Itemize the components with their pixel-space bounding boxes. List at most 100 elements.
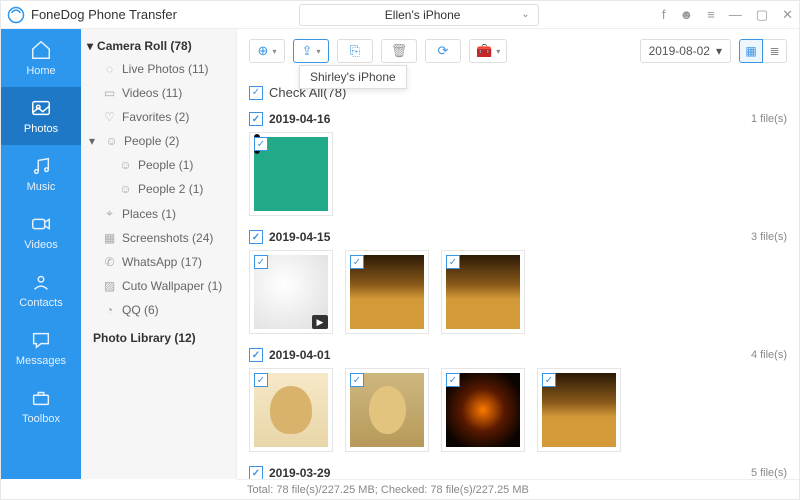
- messages-icon: [30, 329, 52, 351]
- thumbnail-checkbox[interactable]: ✓: [350, 373, 364, 387]
- sidebar-item-label: Camera Roll (78): [97, 39, 192, 53]
- sidebar-item-label: Screenshots (24): [122, 231, 213, 245]
- thumbnail-row: ✓ ✓ ✓ ✓: [249, 368, 787, 460]
- close-icon[interactable]: ✕: [782, 7, 793, 23]
- sidebar-photo-library[interactable]: Photo Library (12): [85, 326, 232, 350]
- plus-icon: ⊕: [258, 43, 269, 59]
- photo-thumbnail[interactable]: ✓▶: [249, 250, 333, 334]
- export-to-device-button[interactable]: ⇪▾: [293, 39, 329, 63]
- screenshot-icon: ▦: [103, 231, 116, 245]
- nav-music[interactable]: Music: [1, 145, 81, 203]
- sidebar-item-videos[interactable]: ▭Videos (11): [85, 81, 232, 105]
- photo-thumbnail[interactable]: ✓: [345, 368, 429, 452]
- refresh-icon: ⟳: [438, 43, 449, 59]
- thumbnail-checkbox[interactable]: ✓: [446, 255, 460, 269]
- thumbnail-checkbox[interactable]: ✓: [254, 255, 268, 269]
- date-filter[interactable]: 2019-08-02▾: [640, 39, 731, 63]
- photo-thumbnail[interactable]: ✓: [249, 368, 333, 452]
- export-to-pc-button[interactable]: ⎘: [337, 39, 373, 63]
- sidebar-item-whatsapp[interactable]: ✆WhatsApp (17): [85, 250, 232, 274]
- group-header[interactable]: ✓2019-04-014 file(s): [249, 342, 787, 368]
- sidebar-item-label: People (1): [138, 158, 193, 172]
- live-photos-icon: ◌: [103, 62, 116, 76]
- nav-videos[interactable]: Videos: [1, 203, 81, 261]
- group-checkbox[interactable]: ✓: [249, 230, 263, 244]
- nav-home[interactable]: Home: [1, 29, 81, 87]
- sidebar-item-qq[interactable]: ◔QQ (6): [85, 298, 232, 322]
- heart-icon: ♡: [103, 110, 116, 124]
- thumbnail-checkbox[interactable]: ✓: [254, 137, 268, 151]
- view-toggle: ▦ ≣: [739, 39, 787, 63]
- chevron-down-icon: ⌄: [521, 9, 529, 20]
- group-header[interactable]: ✓2019-03-295 file(s): [249, 460, 787, 479]
- photos-icon: [30, 97, 52, 119]
- caret-down-icon: ▾: [87, 39, 93, 53]
- music-icon: [30, 155, 52, 177]
- thumbnail-checkbox[interactable]: ✓: [350, 255, 364, 269]
- sidebar-item-label: People (2): [124, 134, 179, 148]
- group-date: 2019-04-01: [269, 348, 330, 362]
- group-date: 2019-03-29: [269, 466, 330, 479]
- check-all-checkbox[interactable]: ✓: [249, 86, 263, 100]
- sidebar-item-people[interactable]: ▾☺People (2): [85, 129, 232, 153]
- photo-thumbnail[interactable]: ✓: [345, 250, 429, 334]
- grid-view-button[interactable]: ▦: [739, 39, 763, 63]
- device-selected-label: Ellen's iPhone: [385, 8, 461, 22]
- app-title: FoneDog Phone Transfer: [31, 7, 177, 22]
- sidebar-item-label: Videos (11): [122, 86, 182, 100]
- list-view-button[interactable]: ≣: [763, 39, 787, 63]
- sidebar-item-live-photos[interactable]: ◌Live Photos (11): [85, 57, 232, 81]
- sidebar-item-label: People 2 (1): [138, 182, 203, 196]
- nav-label: Toolbox: [22, 413, 60, 425]
- add-button[interactable]: ⊕▾: [249, 39, 285, 63]
- sidebar-item-favorites[interactable]: ♡Favorites (2): [85, 105, 232, 129]
- chevron-down-icon: ▾: [272, 47, 276, 56]
- minimize-icon[interactable]: —: [729, 7, 742, 22]
- group-header[interactable]: ✓ 2019-04-16 1 file(s): [249, 106, 787, 132]
- photo-thumbnail[interactable]: ✓: [441, 368, 525, 452]
- toolbox-button[interactable]: 🧰▾: [469, 39, 507, 63]
- nav-photos[interactable]: Photos: [1, 87, 81, 145]
- titlebar: FoneDog Phone Transfer Ellen's iPhone ⌄ …: [1, 1, 799, 29]
- group-checkbox[interactable]: ✓: [249, 348, 263, 362]
- device-selector[interactable]: Ellen's iPhone ⌄: [299, 4, 539, 26]
- group-header[interactable]: ✓2019-04-153 file(s): [249, 224, 787, 250]
- group-date: 2019-04-16: [269, 112, 330, 126]
- feedback-icon[interactable]: ☻: [680, 7, 694, 22]
- nav-toolbox[interactable]: Toolbox: [1, 377, 81, 435]
- sidebar-item-people-1[interactable]: ☺People (1): [85, 153, 232, 177]
- refresh-button[interactable]: ⟳: [425, 39, 461, 63]
- group-checkbox[interactable]: ✓: [249, 466, 263, 479]
- export-pc-icon: ⎘: [350, 43, 360, 59]
- sidebar-item-people-2[interactable]: ☺People 2 (1): [85, 177, 232, 201]
- nav-label: Messages: [16, 355, 66, 367]
- photo-thumbnail[interactable]: ✓: [537, 368, 621, 452]
- thumbnail-checkbox[interactable]: ✓: [542, 373, 556, 387]
- group-date: 2019-04-15: [269, 230, 330, 244]
- group-checkbox[interactable]: ✓: [249, 112, 263, 126]
- chevron-down-icon: ▾: [496, 47, 500, 56]
- photo-thumbnail[interactable]: ✓: [441, 250, 525, 334]
- status-text: Total: 78 file(s)/227.25 MB; Checked: 78…: [247, 484, 529, 496]
- facebook-icon[interactable]: f: [662, 7, 666, 22]
- status-bar: Total: 78 file(s)/227.25 MB; Checked: 78…: [237, 479, 799, 499]
- nav-messages[interactable]: Messages: [1, 319, 81, 377]
- sidebar-item-cuto-wallpaper[interactable]: ▨Cuto Wallpaper (1): [85, 274, 232, 298]
- thumbnail-checkbox[interactable]: ✓: [446, 373, 460, 387]
- toolbar: ⊕▾ ⇪▾ ⎘ 🗑 ⟳ 🧰▾ 2019-08-02▾ ▦ ≣ Shirley's…: [237, 29, 799, 67]
- sidebar-camera-roll[interactable]: ▾ Camera Roll (78): [85, 35, 232, 57]
- maximize-icon[interactable]: ▢: [756, 7, 768, 23]
- toolbox-small-icon: 🧰: [476, 43, 492, 59]
- delete-button[interactable]: 🗑: [381, 39, 417, 63]
- contacts-icon: [30, 271, 52, 293]
- sidebar-item-label: QQ (6): [122, 303, 159, 317]
- menu-icon[interactable]: ≡: [707, 7, 715, 22]
- whatsapp-icon: ✆: [103, 255, 116, 269]
- sidebar-item-screenshots[interactable]: ▦ Screenshots (24): [85, 226, 232, 250]
- nav-contacts[interactable]: Contacts: [1, 261, 81, 319]
- photo-thumbnail[interactable]: ✓: [249, 132, 333, 216]
- sidebar-item-places[interactable]: ⌖Places (1): [85, 201, 232, 226]
- group-count: 1 file(s): [751, 113, 787, 125]
- app-logo: FoneDog Phone Transfer: [7, 6, 237, 24]
- thumbnail-checkbox[interactable]: ✓: [254, 373, 268, 387]
